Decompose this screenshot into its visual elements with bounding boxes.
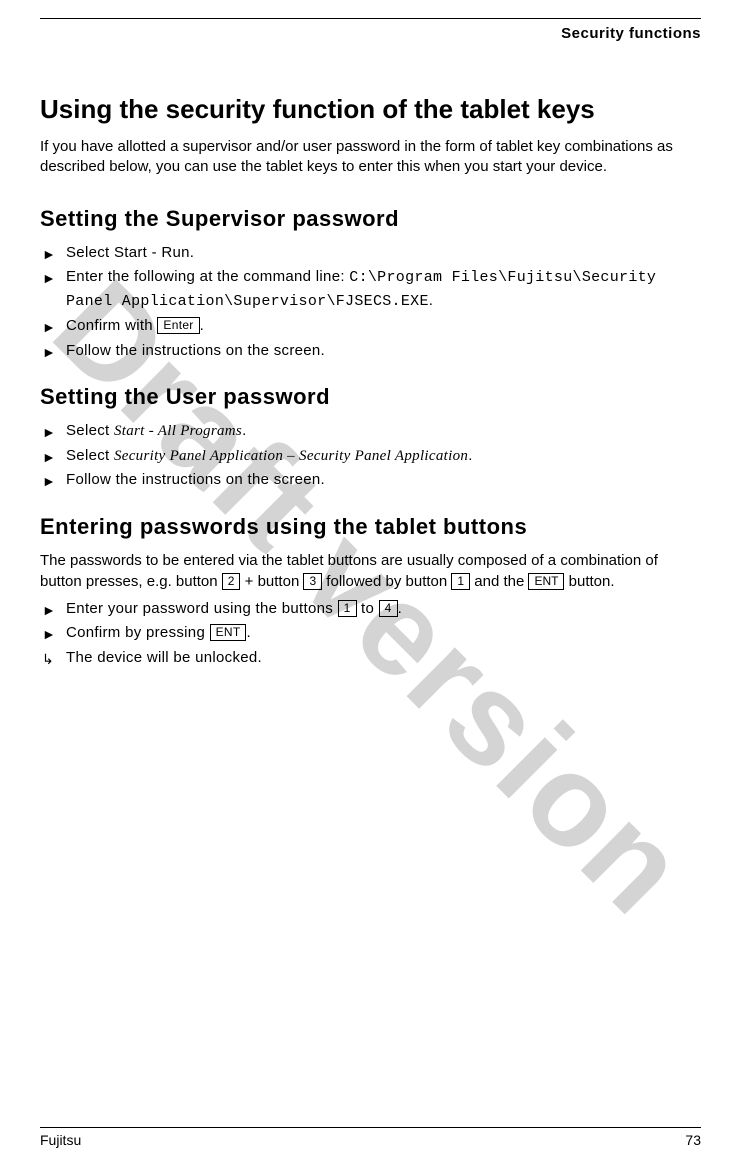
page-footer: Fujitsu 73 [40,1127,701,1148]
key-2: 2 [222,573,241,590]
bullet-icon: ► [42,422,56,443]
para-part: + button [240,573,303,590]
menu-path: Security Panel Application – Security Pa… [114,448,468,464]
step-text-suffix: . [468,447,472,464]
section2-step3: ► Follow the instructions on the screen. [40,469,701,492]
section3-paragraph: The passwords to be entered via the tabl… [40,550,701,592]
footer-brand: Fujitsu [40,1132,81,1148]
bullet-icon: ► [42,600,56,621]
page-heading: Using the security function of the table… [40,94,701,125]
key-1: 1 [338,600,357,617]
section2-step2: ► Select Security Panel Application – Se… [40,445,701,468]
section3-heading: Entering passwords using the tablet butt… [40,514,701,540]
section1-step4: ► Follow the instructions on the screen. [40,340,701,363]
menu-path: Start - All Programs [114,423,242,439]
section1-steps: ► Select Start - Run. ► Enter the follow… [40,242,701,363]
step-text-mid: to [357,600,379,617]
section1-step3: ► Confirm with Enter. [40,315,701,338]
footer-rule [40,1127,701,1128]
section1-step2: ► Enter the following at the command lin… [40,266,701,313]
intro-paragraph: If you have allotted a supervisor and/or… [40,137,701,178]
step-text-prefix: Select [66,447,114,464]
para-part: and the [470,573,528,590]
key-3: 3 [303,573,322,590]
step-text-prefix: Enter your password using the buttons [66,600,338,617]
bullet-icon: ► [42,447,56,468]
header-section-title: Security functions [40,25,701,42]
step-text-prefix: Select [66,422,114,439]
bullet-icon: ► [42,268,56,289]
bullet-icon: ► [42,342,56,363]
result-arrow-icon: ↳ [42,649,54,670]
step-text-suffix: . [398,600,402,617]
section2-step1: ► Select Start - All Programs. [40,420,701,443]
step-text-suffix: . [246,624,250,641]
result-text: The device will be unlocked. [66,649,262,666]
section3-steps: ► Enter your password using the buttons … [40,598,701,670]
header-rule [40,18,701,19]
section3-step1: ► Enter your password using the buttons … [40,598,701,621]
para-part: followed by button [322,573,451,590]
step-text: Follow the instructions on the screen. [66,342,325,359]
bullet-icon: ► [42,624,56,645]
page-content: Using the security function of the table… [40,94,701,669]
bullet-icon: ► [42,244,56,265]
section3-step2: ► Confirm by pressing ENT. [40,622,701,645]
section3-result: ↳ The device will be unlocked. [40,647,701,670]
key-4: 4 [379,600,398,617]
step-text-suffix: . [200,317,204,334]
key-ent: ENT [210,624,247,641]
section2-steps: ► Select Start - All Programs. ► Select … [40,420,701,492]
section2-heading: Setting the User password [40,384,701,410]
bullet-icon: ► [42,471,56,492]
step-text-suffix: . [429,292,433,309]
step-text-prefix: Confirm by pressing [66,624,210,641]
step-text: Select Start - Run. [66,244,194,261]
section1-heading: Setting the Supervisor password [40,206,701,232]
bullet-icon: ► [42,317,56,338]
enter-key: Enter [157,317,199,334]
footer-page-number: 73 [685,1132,701,1148]
step-text-prefix: Enter the following at the command line: [66,268,349,285]
para-part: button. [564,573,614,590]
key-1: 1 [451,573,470,590]
step-text-suffix: . [242,422,246,439]
step-text: Follow the instructions on the screen. [66,471,325,488]
section1-step1: ► Select Start - Run. [40,242,701,265]
key-ent: ENT [528,573,564,590]
step-text-prefix: Confirm with [66,317,157,334]
